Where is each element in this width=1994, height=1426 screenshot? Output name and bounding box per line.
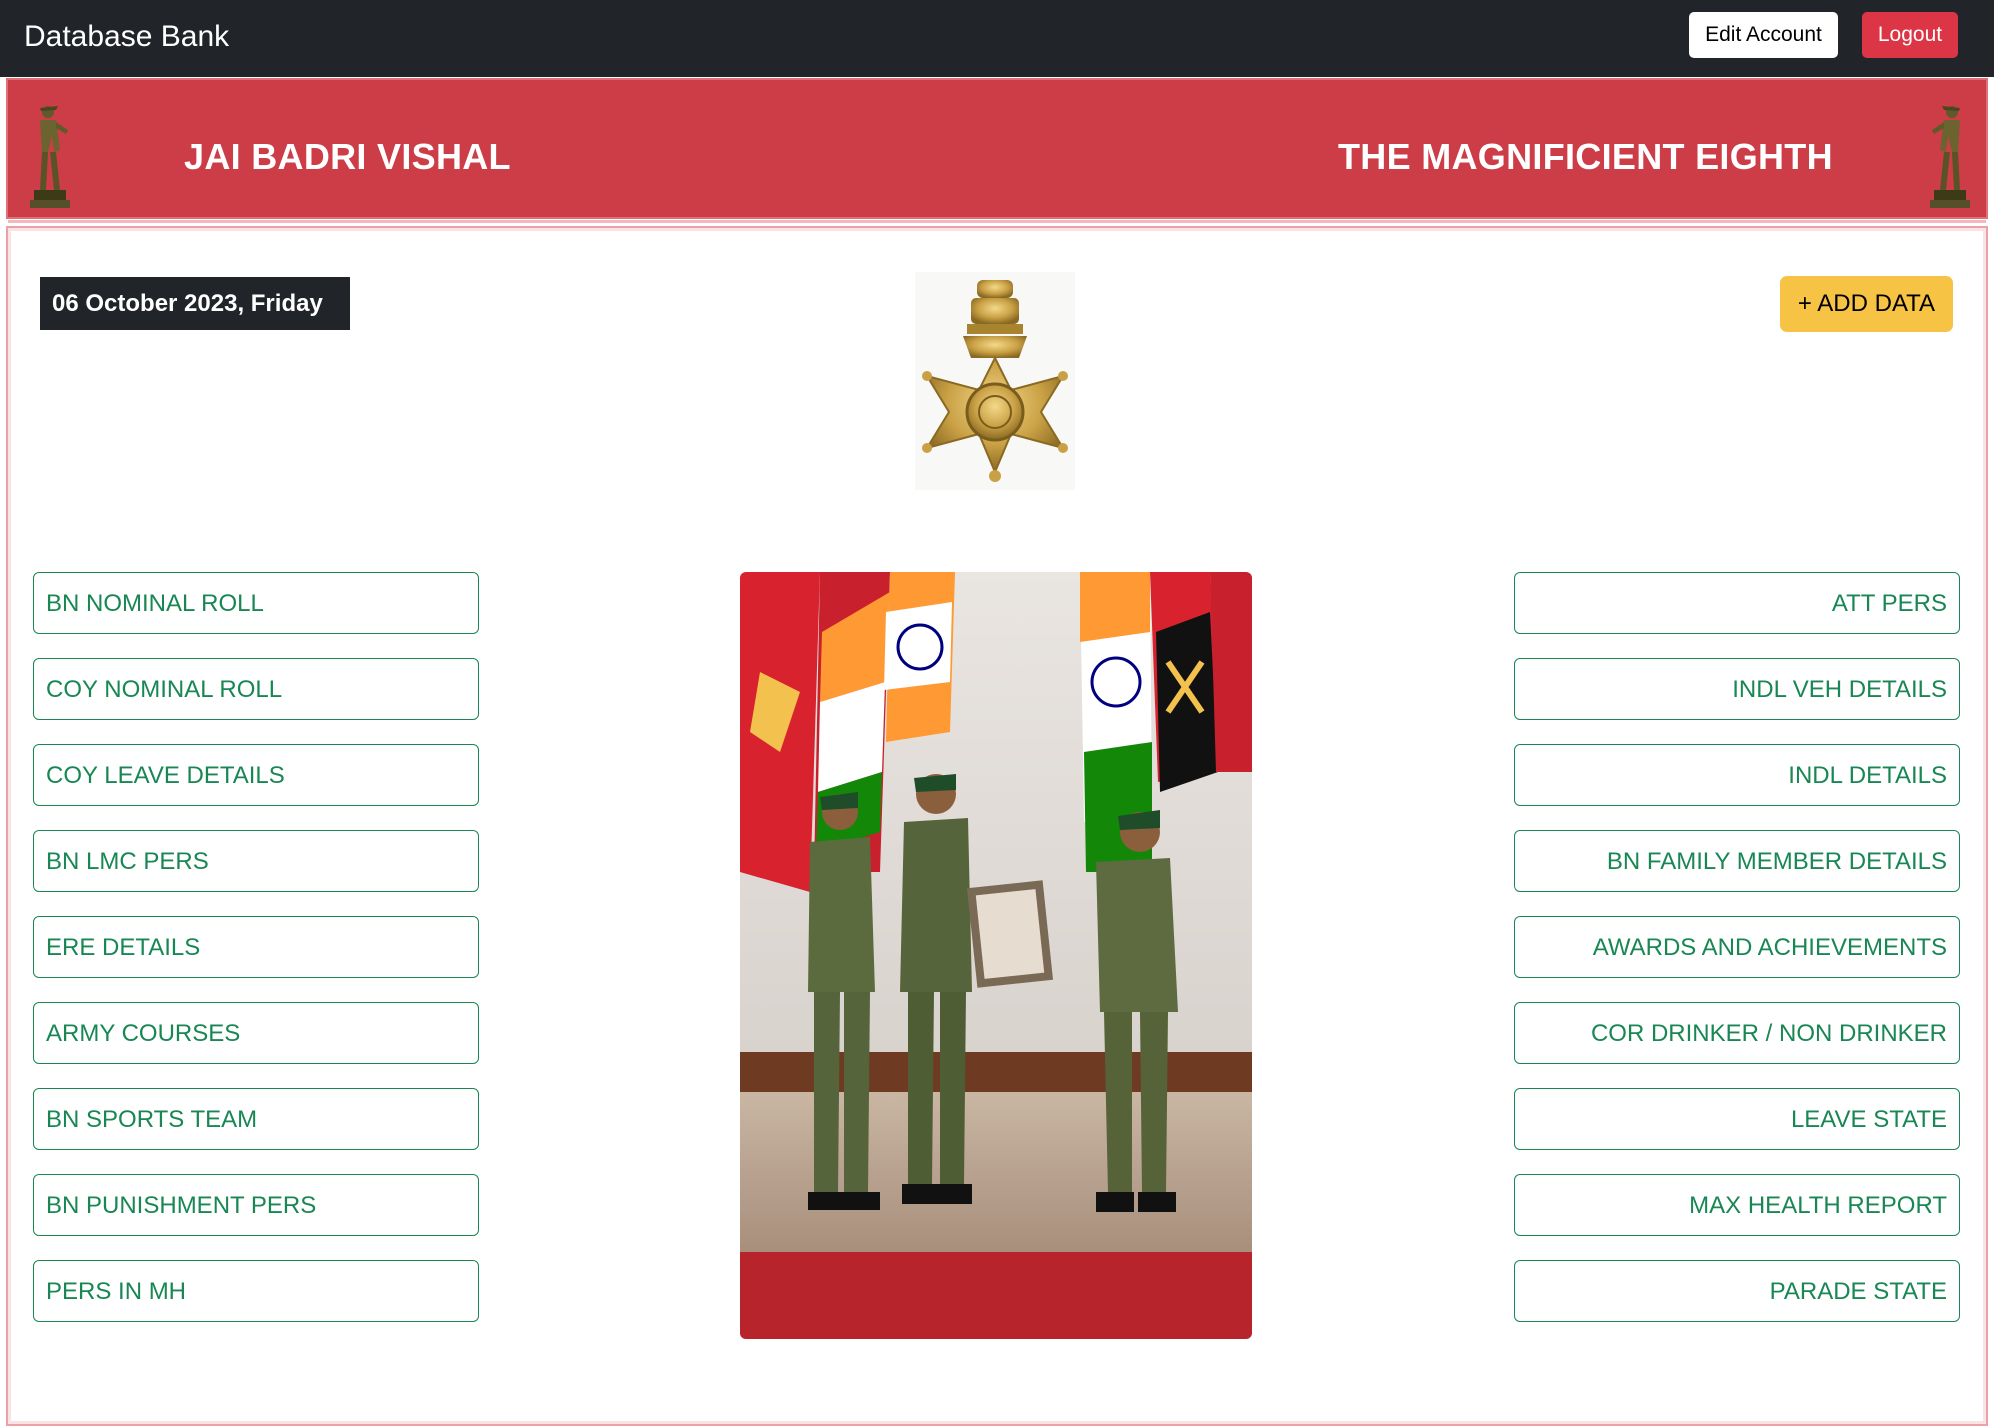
motto-left: JAI BADRI VISHAL <box>184 136 511 177</box>
top-navbar: Database Bank Edit Account Logout <box>0 0 1994 77</box>
banner-underline <box>8 220 1986 223</box>
menu-bn-lmc-pers[interactable]: BN LMC PERS <box>33 830 479 892</box>
soldier-statue-icon <box>1926 100 1974 208</box>
menu-pers-in-mh[interactable]: PERS IN MH <box>33 1260 479 1322</box>
menu-bn-nominal-roll[interactable]: BN NOMINAL ROLL <box>33 572 479 634</box>
menu-max-health-report[interactable]: MAX HEALTH REPORT <box>1514 1174 1960 1236</box>
menu-awards-and-achievements[interactable]: AWARDS AND ACHIEVEMENTS <box>1514 916 1960 978</box>
menu-leave-state[interactable]: LEAVE STATE <box>1514 1088 1960 1150</box>
regimental-insignia-icon <box>915 272 1075 490</box>
menu-army-courses[interactable]: ARMY COURSES <box>33 1002 479 1064</box>
ceremony-photo <box>740 572 1252 1339</box>
menu-bn-sports-team[interactable]: BN SPORTS TEAM <box>33 1088 479 1150</box>
soldier-statue-icon <box>26 100 74 208</box>
menu-cor-drinker-non-drinker[interactable]: COR DRINKER / NON DRINKER <box>1514 1002 1960 1064</box>
menu-bn-punishment-pers[interactable]: BN PUNISHMENT PERS <box>33 1174 479 1236</box>
menu-indl-veh-details[interactable]: INDL VEH DETAILS <box>1514 658 1960 720</box>
menu-parade-state[interactable]: PARADE STATE <box>1514 1260 1960 1322</box>
motto-right: THE MAGNIFICIENT EIGHTH <box>1338 136 1833 177</box>
menu-indl-details[interactable]: INDL DETAILS <box>1514 744 1960 806</box>
date-badge: 06 October 2023, Friday <box>40 277 350 330</box>
menu-coy-nominal-roll[interactable]: COY NOMINAL ROLL <box>33 658 479 720</box>
menu-bn-family-member-details[interactable]: BN FAMILY MEMBER DETAILS <box>1514 830 1960 892</box>
regiment-banner: JAI BADRI VISHAL THE MAGNIFICIENT EIGHTH <box>6 78 1988 223</box>
edit-account-button[interactable]: Edit Account <box>1689 12 1838 58</box>
menu-att-pers[interactable]: ATT PERS <box>1514 572 1960 634</box>
logout-button[interactable]: Logout <box>1862 12 1958 58</box>
menu-coy-leave-details[interactable]: COY LEAVE DETAILS <box>33 744 479 806</box>
brand-title[interactable]: Database Bank <box>24 20 229 54</box>
add-data-button[interactable]: + ADD DATA <box>1780 276 1953 332</box>
menu-ere-details[interactable]: ERE DETAILS <box>33 916 479 978</box>
